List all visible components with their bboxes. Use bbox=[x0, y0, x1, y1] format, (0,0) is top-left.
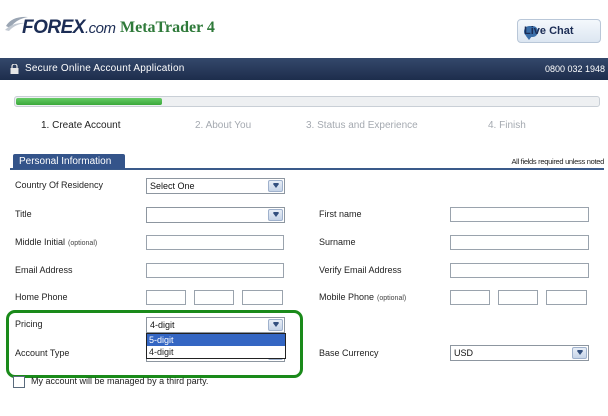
surname-label: Surname bbox=[319, 237, 356, 247]
base-currency-label: Base Currency bbox=[319, 348, 379, 358]
application-title-bar: Secure Online Account Application 0800 0… bbox=[0, 58, 608, 80]
lock-icon bbox=[10, 64, 19, 74]
site-header: FOREX.com MetaTrader 4 Live Chat bbox=[0, 0, 608, 56]
home-phone-number-field[interactable] bbox=[242, 290, 283, 305]
home-phone-label: Home Phone bbox=[15, 292, 68, 302]
title-select[interactable] bbox=[146, 207, 285, 223]
chevron-down-icon bbox=[268, 180, 283, 192]
email-label: Email Address bbox=[15, 265, 73, 275]
base-currency-select[interactable]: USD bbox=[450, 345, 589, 361]
metatrader-logo: MetaTrader 4 bbox=[120, 19, 215, 36]
optional-note: (optional) bbox=[68, 240, 98, 247]
base-currency-value: USD bbox=[454, 348, 474, 358]
page-title: Secure Online Account Application bbox=[25, 63, 185, 74]
progress-fill bbox=[16, 98, 162, 105]
required-fields-note: All fields required unless noted bbox=[511, 157, 604, 166]
step-status-experience: 3. Status and Experience bbox=[306, 120, 418, 131]
mobile-phone-prefix-field[interactable] bbox=[498, 290, 538, 305]
mobile-phone-label: Mobile Phone (optional) bbox=[319, 292, 406, 302]
phone-number: 0800 032 1948 bbox=[544, 64, 605, 74]
home-phone-area-code-field[interactable] bbox=[146, 290, 186, 305]
optional-note: (optional) bbox=[377, 295, 407, 302]
middle-initial-text: Middle Initial bbox=[15, 237, 66, 247]
verify-email-field[interactable] bbox=[450, 263, 589, 278]
live-chat-button[interactable]: Live Chat bbox=[517, 19, 601, 43]
verify-email-label: Verify Email Address bbox=[319, 265, 402, 275]
mobile-phone-area-code-field[interactable] bbox=[450, 290, 490, 305]
middle-initial-label: Middle Initial (optional) bbox=[15, 237, 97, 247]
country-label: Country Of Residency bbox=[15, 180, 104, 190]
first-name-field[interactable] bbox=[450, 207, 589, 222]
forex-logo[interactable]: FOREX.com bbox=[22, 17, 116, 39]
chevron-down-icon bbox=[572, 347, 587, 359]
brand-name: FOREX bbox=[22, 17, 85, 38]
title-label: Title bbox=[15, 209, 32, 219]
brand-suffix: .com bbox=[84, 20, 116, 37]
section-tab-personal-information: Personal Information bbox=[13, 154, 125, 169]
home-phone-prefix-field[interactable] bbox=[194, 290, 234, 305]
country-select-value: Select One bbox=[150, 181, 195, 191]
step-about-you: 2. About You bbox=[195, 120, 252, 131]
step-finish: 4. Finish bbox=[488, 120, 526, 131]
email-field[interactable] bbox=[146, 263, 284, 278]
highlight-annotation bbox=[6, 310, 303, 378]
middle-initial-field[interactable] bbox=[146, 235, 284, 250]
mobile-phone-number-field[interactable] bbox=[546, 290, 587, 305]
surname-field[interactable] bbox=[450, 235, 589, 250]
step-create-account: 1. Create Account bbox=[41, 120, 121, 131]
third-party-label: My account will be managed by a third pa… bbox=[31, 376, 209, 386]
live-chat-label: Live Chat bbox=[524, 25, 574, 37]
country-select[interactable]: Select One bbox=[146, 178, 285, 194]
third-party-checkbox[interactable] bbox=[13, 376, 25, 388]
progress-bar bbox=[14, 96, 600, 107]
mobile-phone-text: Mobile Phone bbox=[319, 292, 375, 302]
first-name-label: First name bbox=[319, 209, 362, 219]
chevron-down-icon bbox=[268, 209, 283, 221]
